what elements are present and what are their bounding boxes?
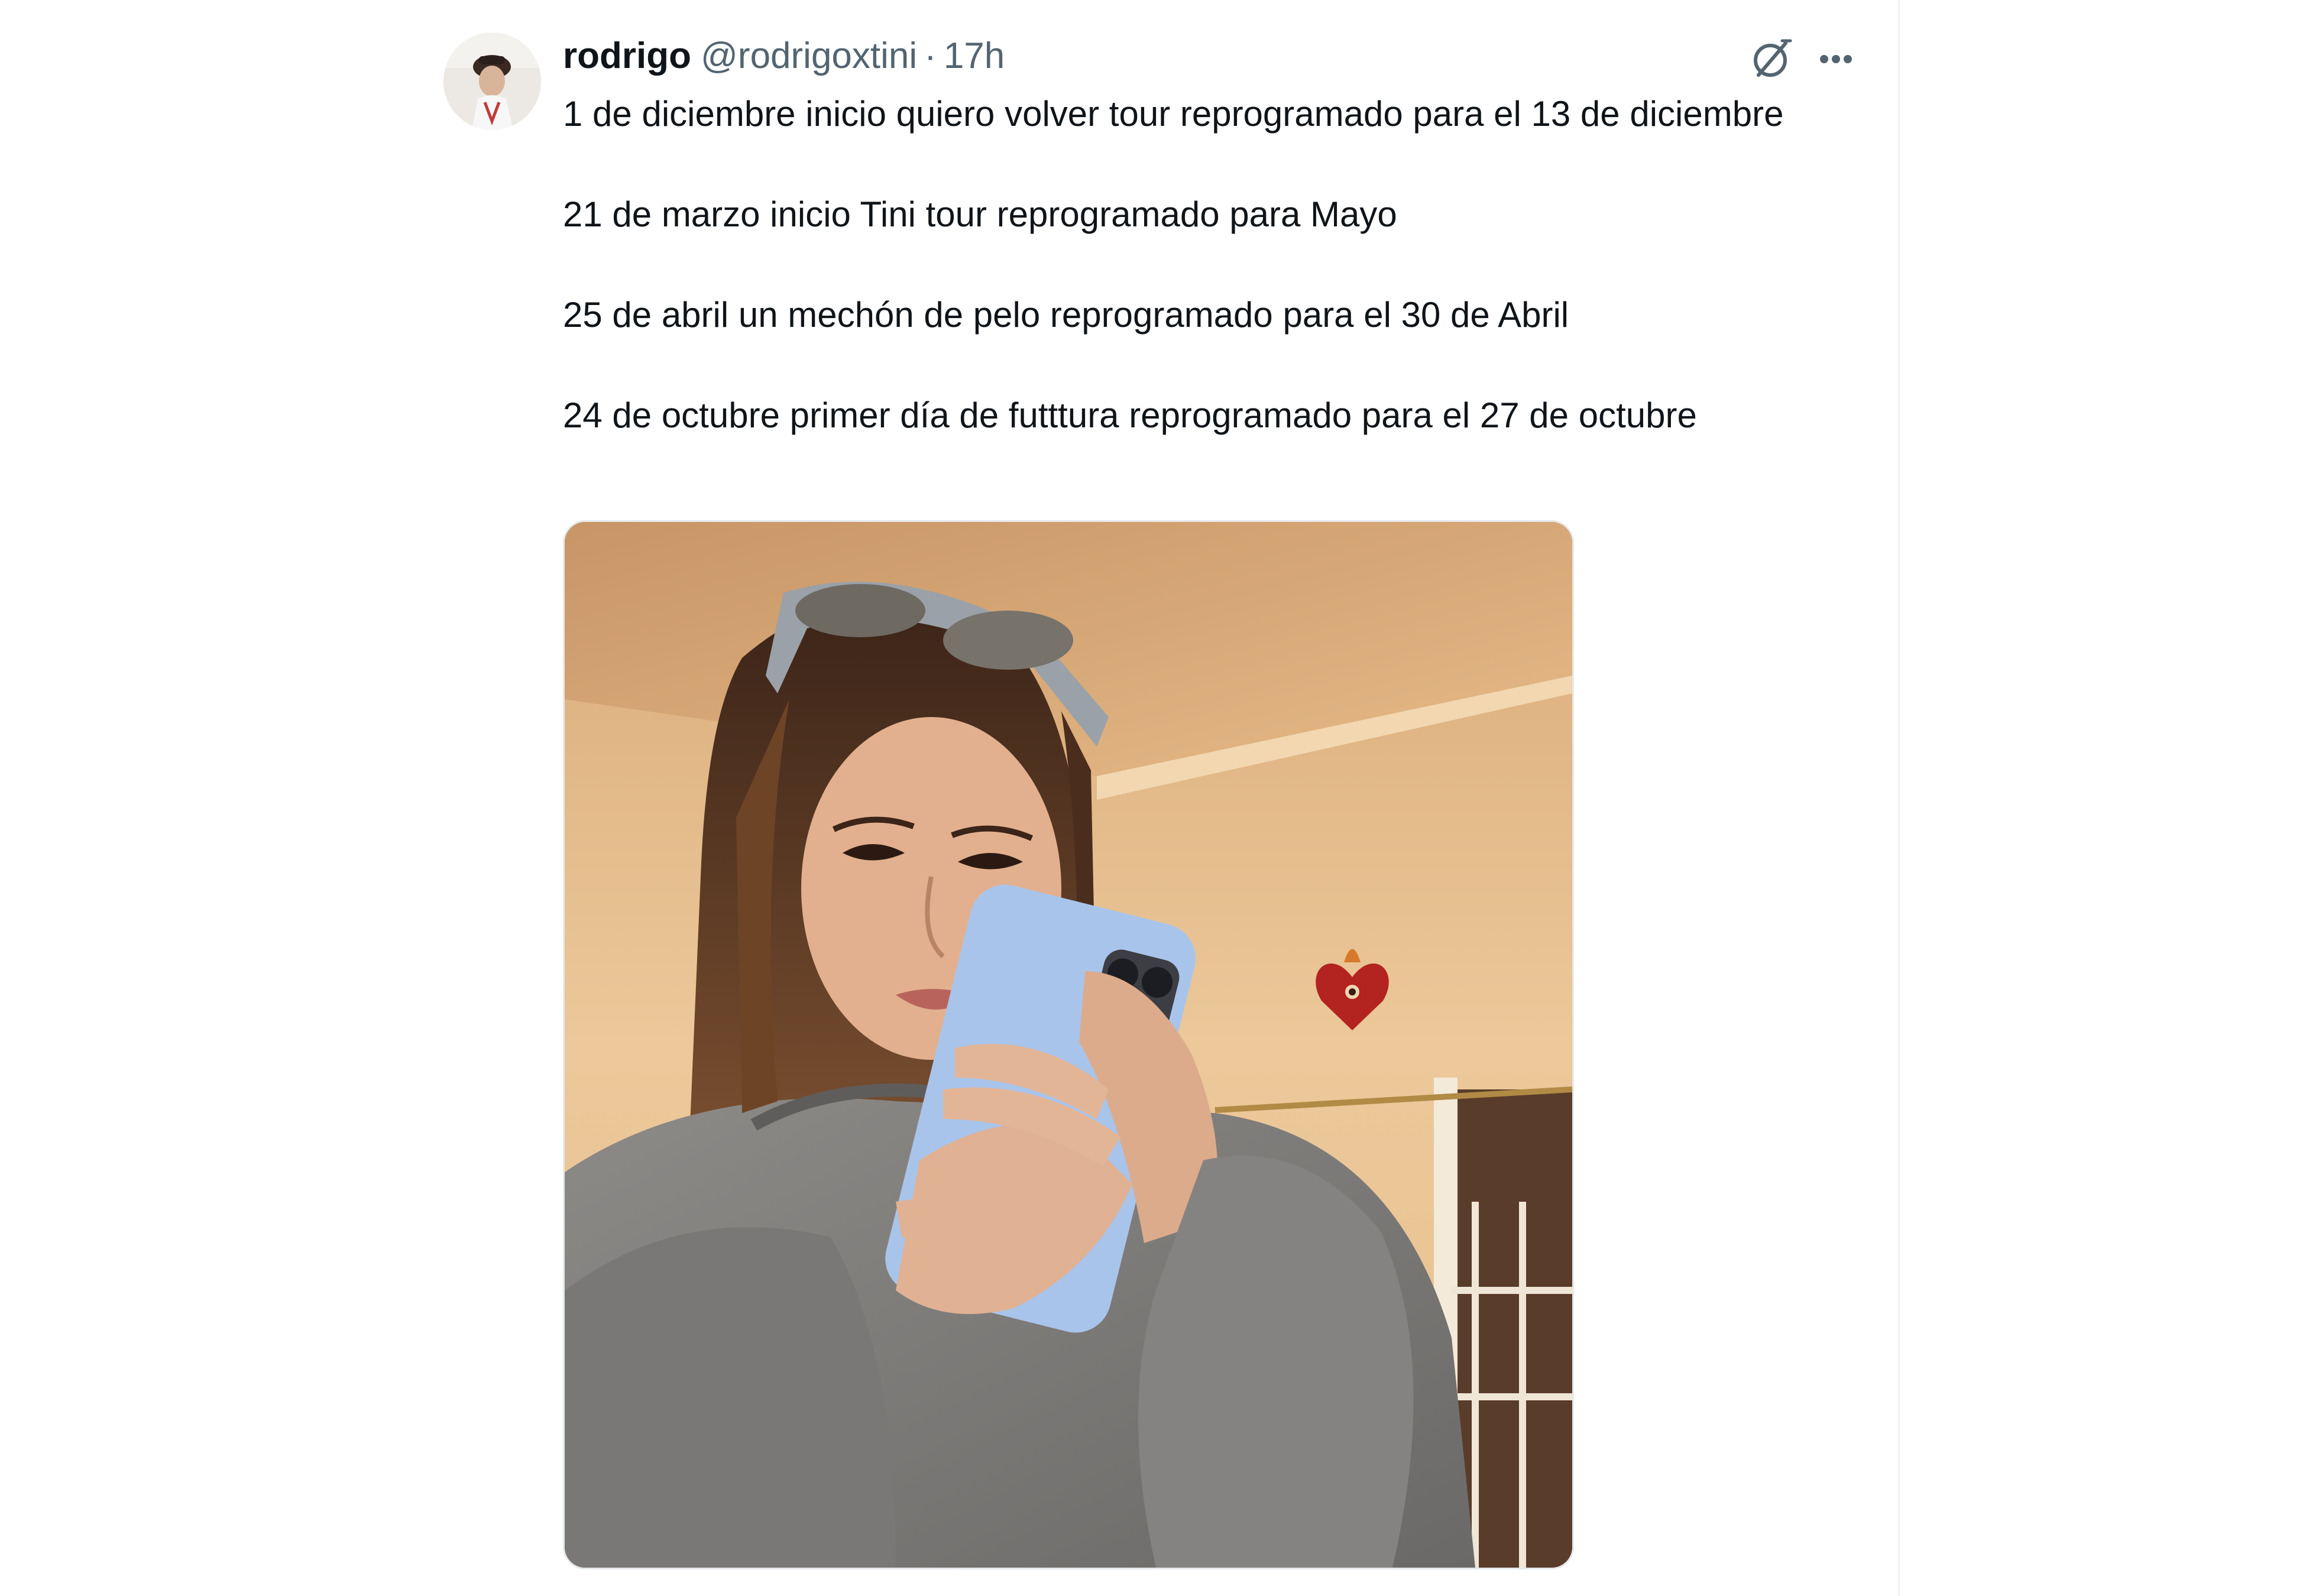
grok-icon[interactable] [1744, 33, 1797, 86]
photo-illustration [565, 522, 1572, 1568]
tweet-media-photo[interactable] [563, 520, 1574, 1569]
tweet-page: rodrigo @rodrigoxtini · 17h 1 de diciemb… [0, 0, 2306, 1596]
tweet-text: 1 de diciembre inicio quiero volver tour… [563, 89, 1834, 440]
author-handle[interactable]: @rodrigoxtini [701, 33, 917, 80]
more-icon[interactable] [1809, 33, 1863, 86]
tweet-text-paragraph: 1 de diciembre inicio quiero volver tour… [563, 94, 1784, 134]
column-divider [1898, 0, 1900, 1596]
author-display-name[interactable]: rodrigo [563, 33, 691, 80]
header-separator: · [924, 35, 937, 76]
tweet-text-paragraph: 24 de octubre primer día de futttura rep… [563, 395, 1697, 435]
avatar[interactable] [443, 33, 541, 130]
tweet-text-paragraph: 25 de abril un mechón de pelo reprograma… [563, 295, 1569, 335]
tweet-text-paragraph: 21 de marzo inicio Tini tour reprogramad… [563, 194, 1397, 234]
tweet-header: rodrigo @rodrigoxtini · 17h [563, 33, 1005, 80]
tweet-timestamp[interactable]: 17h [944, 33, 1005, 80]
